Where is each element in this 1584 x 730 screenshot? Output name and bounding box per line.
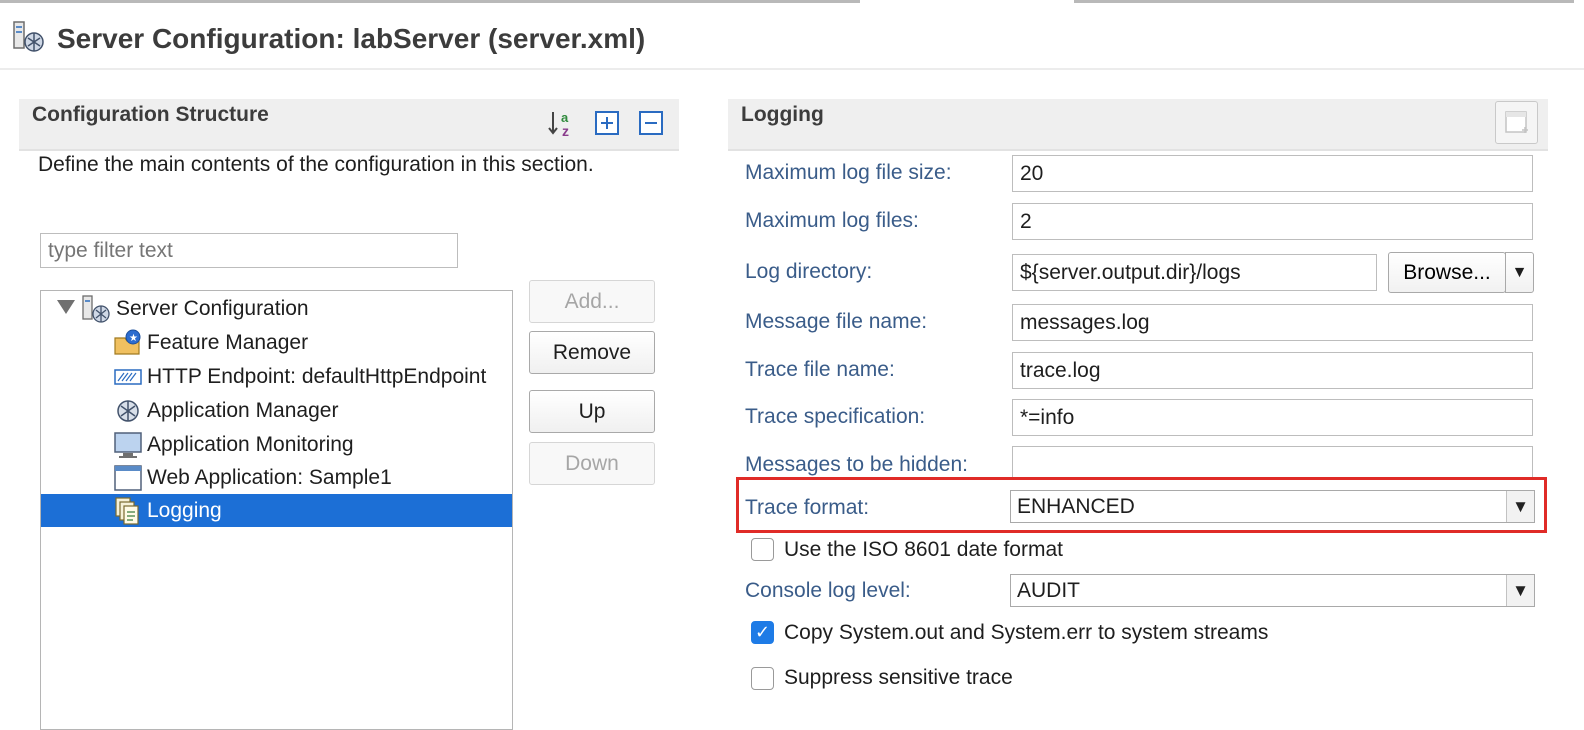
- tree-item-web-application[interactable]: Web Application: Sample1: [41, 461, 512, 494]
- svg-text:★: ★: [129, 333, 138, 344]
- tree-item-label: HTTP Endpoint: defaultHttpEndpoint: [147, 365, 487, 388]
- server-config-icon: [13, 21, 44, 52]
- dropdown-arrow-icon[interactable]: ▼: [1506, 575, 1534, 606]
- tab-strip-segment: [1074, 0, 1574, 3]
- tree-item-server-configuration[interactable]: Server Configuration: [41, 292, 512, 325]
- logging-icon: [115, 497, 139, 525]
- application-manager-icon: [117, 400, 139, 422]
- max-log-file-size-field[interactable]: 20: [1012, 155, 1533, 192]
- expand-all-icon[interactable]: [592, 108, 622, 138]
- console-log-level-value: AUDIT: [1017, 579, 1080, 602]
- trace-specification-field[interactable]: *=info: [1012, 399, 1533, 436]
- section-title: Configuration Structure: [32, 103, 269, 126]
- suppress-trace-checkbox[interactable]: [751, 667, 774, 690]
- messages-hidden-field[interactable]: [1012, 446, 1533, 480]
- log-directory-label: Log directory:: [745, 260, 873, 283]
- tree-item-application-manager[interactable]: Application Manager: [41, 394, 512, 427]
- trace-file-name-label: Trace file name:: [745, 358, 895, 381]
- tree-item-http-endpoint[interactable]: HTTP Endpoint: defaultHttpEndpoint: [41, 360, 512, 393]
- tree-item-logging[interactable]: Logging: [41, 494, 512, 527]
- message-file-name-label: Message file name:: [745, 310, 928, 333]
- messages-hidden-label: Messages to be hidden:: [745, 453, 968, 476]
- tree-item-label: Application Manager: [147, 399, 339, 422]
- console-log-level-label: Console log level:: [745, 579, 911, 602]
- console-log-level-select[interactable]: AUDIT ▼: [1010, 574, 1535, 607]
- svg-text:z: z: [562, 123, 569, 138]
- tree-item-feature-manager[interactable]: ★ Feature Manager: [41, 326, 512, 359]
- section-description: Define the main contents of the configur…: [38, 153, 594, 176]
- suppress-trace-label: Suppress sensitive trace: [784, 666, 1013, 689]
- copy-system-streams-label: Copy System.out and System.err to system…: [784, 621, 1269, 644]
- editor-header: Server Configuration: labServer (server.…: [0, 6, 1584, 70]
- collapse-all-icon[interactable]: [636, 108, 666, 138]
- tree-item-label: Application Monitoring: [147, 433, 354, 456]
- maximize-section-icon[interactable]: [1495, 101, 1538, 144]
- browse-dropdown-icon[interactable]: ▼: [1505, 252, 1534, 293]
- logging-section-header: Logging: [728, 99, 1548, 151]
- tab-strip-segment: [0, 0, 860, 3]
- max-log-files-field[interactable]: 2: [1012, 203, 1533, 240]
- tree-item-label: Feature Manager: [147, 331, 309, 354]
- trace-format-select[interactable]: ENHANCED ▼: [1010, 490, 1535, 523]
- max-log-file-size-label: Maximum log file size:: [745, 161, 952, 184]
- configuration-structure-header: Configuration Structure a z: [19, 99, 679, 151]
- http-endpoint-icon: [114, 369, 142, 385]
- checkmark-icon: ✓: [754, 622, 771, 642]
- trace-file-name-field[interactable]: trace.log: [1012, 352, 1533, 389]
- message-file-name-field[interactable]: messages.log: [1012, 304, 1533, 341]
- add-button[interactable]: Add...: [529, 280, 655, 323]
- iso-date-checkbox[interactable]: [751, 538, 774, 561]
- server-config-icon: [82, 295, 110, 323]
- dropdown-arrow-icon[interactable]: ▼: [1506, 491, 1534, 522]
- down-button[interactable]: Down: [529, 442, 655, 485]
- tree-item-label: Server Configuration: [116, 297, 309, 320]
- log-directory-field[interactable]: ${server.output.dir}/logs: [1012, 254, 1377, 291]
- tree-item-application-monitoring[interactable]: Application Monitoring: [41, 428, 512, 461]
- filter-input[interactable]: [40, 233, 458, 268]
- iso-date-label: Use the ISO 8601 date format: [784, 538, 1063, 561]
- collapse-arrow-icon[interactable]: [57, 300, 75, 314]
- page-title: Server Configuration: labServer (server.…: [57, 23, 646, 54]
- max-log-files-label: Maximum log files:: [745, 209, 919, 232]
- editor-tab-strip: [0, 0, 1584, 4]
- remove-button[interactable]: Remove: [529, 331, 655, 374]
- trace-specification-label: Trace specification:: [745, 405, 926, 428]
- trace-format-label: Trace format:: [745, 496, 870, 519]
- sort-alphabetical-icon[interactable]: a z: [547, 108, 577, 138]
- feature-manager-icon: ★: [114, 329, 141, 355]
- browse-button[interactable]: Browse...: [1388, 252, 1506, 293]
- monitor-icon: [114, 432, 142, 458]
- trace-format-value: ENHANCED: [1017, 495, 1135, 518]
- up-button[interactable]: Up: [529, 390, 655, 433]
- section-title: Logging: [741, 103, 824, 126]
- web-application-icon: [114, 465, 142, 491]
- copy-system-streams-checkbox[interactable]: ✓: [751, 621, 774, 644]
- configuration-tree[interactable]: Server Configuration ★ Feature Manager H…: [40, 290, 513, 730]
- tree-item-label: Web Application: Sample1: [147, 466, 392, 489]
- tree-item-label: Logging: [147, 499, 222, 522]
